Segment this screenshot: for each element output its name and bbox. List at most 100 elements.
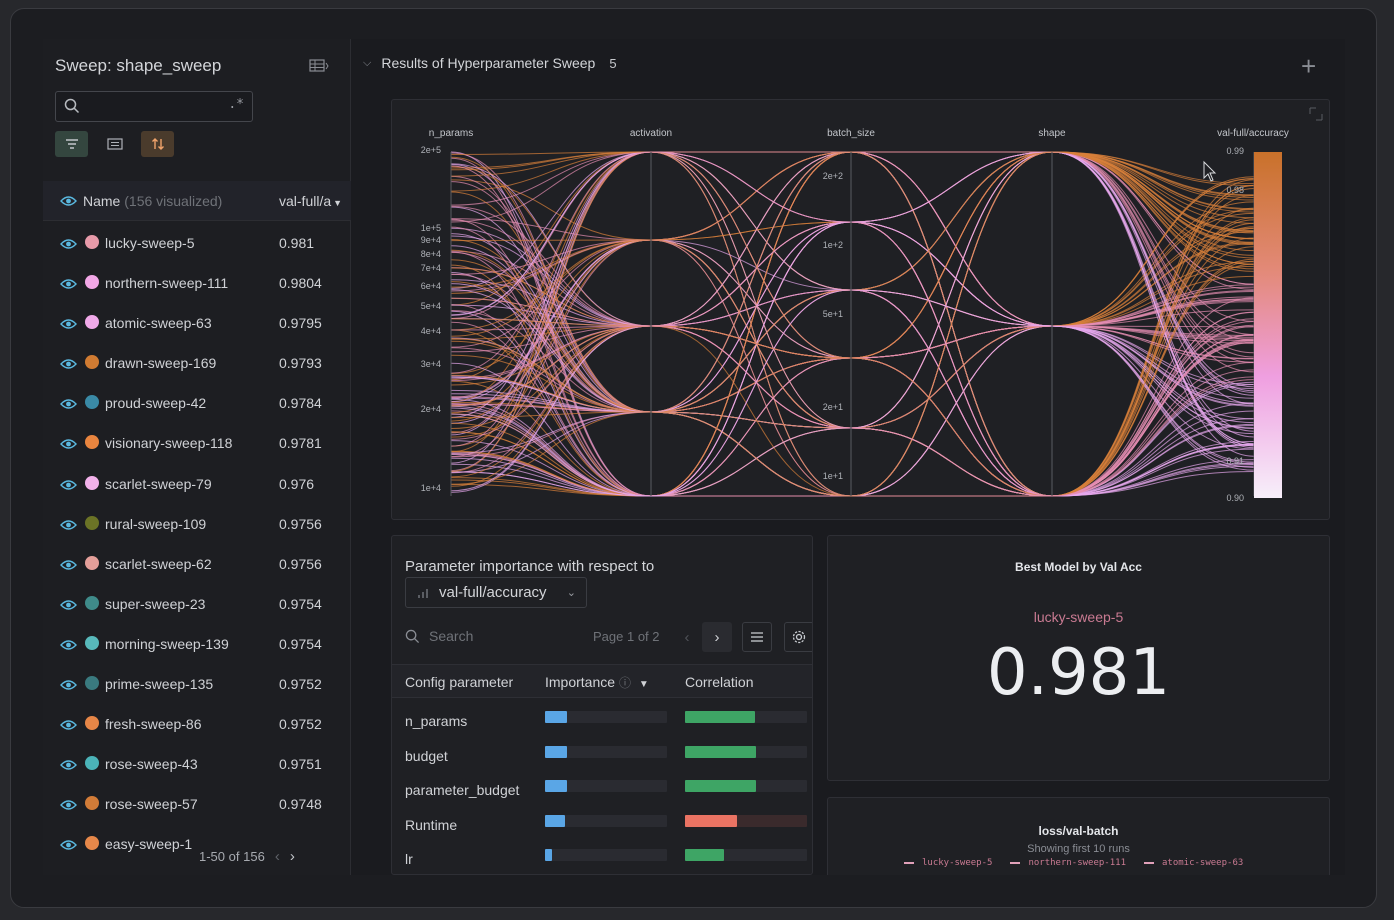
run-color-dot[interactable] xyxy=(85,756,99,771)
run-row[interactable]: visionary-sweep-118 0.9781 xyxy=(43,423,351,463)
eye-icon[interactable] xyxy=(60,798,77,816)
run-name[interactable]: proud-sweep-42 xyxy=(105,395,206,411)
eye-icon[interactable] xyxy=(60,277,77,295)
run-row[interactable]: atomic-sweep-63 0.9795 xyxy=(43,303,351,343)
regex-icon[interactable]: .* xyxy=(228,97,244,112)
table-view-icon[interactable] xyxy=(309,59,329,76)
run-row[interactable]: rural-sweep-109 0.9756 xyxy=(43,504,351,544)
eye-icon[interactable] xyxy=(60,558,77,576)
eye-icon[interactable] xyxy=(60,357,77,375)
pager-next-icon[interactable]: › xyxy=(290,848,295,865)
eye-icon[interactable] xyxy=(60,758,77,776)
eye-icon[interactable] xyxy=(60,718,77,736)
eye-icon[interactable] xyxy=(60,598,77,616)
legend-entry[interactable]: atomic-sweep-63 xyxy=(1144,858,1243,868)
eye-icon[interactable] xyxy=(60,397,77,415)
filter-button[interactable] xyxy=(55,131,88,157)
add-panel-icon[interactable]: + xyxy=(1301,51,1316,82)
next-page-button[interactable]: › xyxy=(702,622,732,652)
run-name[interactable]: rose-sweep-57 xyxy=(105,796,198,812)
run-search-input[interactable]: .* xyxy=(55,91,253,122)
run-row[interactable]: morning-sweep-139 0.9754 xyxy=(43,624,351,664)
run-row[interactable]: lucky-sweep-5 0.981 xyxy=(43,223,351,263)
eye-icon[interactable] xyxy=(60,678,77,696)
run-row[interactable]: scarlet-sweep-79 0.976 xyxy=(43,464,351,504)
config-param-header[interactable]: Config parameter xyxy=(405,674,513,690)
settings-button[interactable] xyxy=(784,622,812,652)
run-name[interactable]: prime-sweep-135 xyxy=(105,676,213,692)
run-name[interactable]: lucky-sweep-5 xyxy=(105,235,194,251)
chevron-down-icon[interactable]: ⌵ xyxy=(363,57,371,70)
eye-icon[interactable] xyxy=(60,478,77,496)
run-row[interactable]: super-sweep-23 0.9754 xyxy=(43,584,351,624)
run-color-dot[interactable] xyxy=(85,435,99,450)
importance-row[interactable]: n_params xyxy=(392,704,812,738)
run-color-dot[interactable] xyxy=(85,676,99,691)
eye-icon[interactable] xyxy=(60,437,77,455)
run-color-dot[interactable] xyxy=(85,836,99,851)
best-model-run[interactable]: lucky-sweep-5 xyxy=(828,609,1329,625)
run-color-dot[interactable] xyxy=(85,515,99,530)
eye-icon[interactable] xyxy=(60,838,77,856)
eye-icon[interactable] xyxy=(60,518,77,536)
run-name[interactable]: northern-sweep-111 xyxy=(105,275,228,291)
run-name[interactable]: visionary-sweep-118 xyxy=(105,435,232,451)
section-header[interactable]: ⌵ Results of Hyperparameter Sweep 5 xyxy=(363,55,617,71)
section-title: Results of Hyperparameter Sweep xyxy=(381,55,596,71)
run-name[interactable]: atomic-sweep-63 xyxy=(105,315,212,331)
eye-icon[interactable] xyxy=(60,638,77,656)
importance-row[interactable]: budget xyxy=(392,739,812,773)
run-color-dot[interactable] xyxy=(85,796,99,811)
run-color-dot[interactable] xyxy=(85,315,99,330)
metric-select[interactable]: val-full/accuracy ⌄ xyxy=(405,577,587,608)
eye-icon[interactable] xyxy=(60,237,77,255)
list-view-button[interactable] xyxy=(742,622,772,652)
run-name[interactable]: rose-sweep-43 xyxy=(105,756,198,772)
run-name[interactable]: super-sweep-23 xyxy=(105,596,205,612)
importance-row[interactable]: Runtime xyxy=(392,808,812,842)
prev-page-button[interactable]: ‹ xyxy=(672,622,702,652)
eye-icon[interactable] xyxy=(60,317,77,335)
run-name[interactable]: rural-sweep-109 xyxy=(105,516,206,532)
value-column-header[interactable]: val-full/a ▼ xyxy=(279,193,342,209)
run-row[interactable]: rose-sweep-43 0.9751 xyxy=(43,744,351,784)
run-color-dot[interactable] xyxy=(85,395,99,410)
run-row[interactable]: prime-sweep-135 0.9752 xyxy=(43,664,351,704)
metric-value: val-full/accuracy xyxy=(439,584,547,601)
run-name[interactable]: fresh-sweep-86 xyxy=(105,716,202,732)
pager-prev-icon[interactable]: ‹ xyxy=(275,848,280,865)
run-color-dot[interactable] xyxy=(85,635,99,650)
run-row[interactable]: scarlet-sweep-62 0.9756 xyxy=(43,544,351,584)
run-name[interactable]: morning-sweep-139 xyxy=(105,636,229,652)
run-value: 0.976 xyxy=(279,475,315,492)
importance-row[interactable]: parameter_budget xyxy=(392,773,812,807)
run-name[interactable]: easy-sweep-1 xyxy=(105,836,192,852)
run-row[interactable]: rose-sweep-57 0.9748 xyxy=(43,784,351,824)
run-row[interactable]: proud-sweep-42 0.9784 xyxy=(43,383,351,423)
importance-search-input[interactable]: Search xyxy=(405,628,473,644)
run-color-dot[interactable] xyxy=(85,275,99,290)
run-color-dot[interactable] xyxy=(85,235,99,249)
importance-header[interactable]: Importance ⓘ ▼ xyxy=(545,674,649,691)
importance-row[interactable]: lr xyxy=(392,842,812,874)
eye-icon[interactable] xyxy=(60,194,77,212)
correlation-header[interactable]: Correlation xyxy=(685,674,753,690)
run-name[interactable]: scarlet-sweep-62 xyxy=(105,556,212,572)
name-column-header[interactable]: Name (156 visualized) xyxy=(83,193,222,209)
run-color-dot[interactable] xyxy=(85,716,99,731)
runs-table-header: Name (156 visualized) val-full/a ▼ xyxy=(43,181,351,221)
sort-button[interactable] xyxy=(141,131,174,157)
run-name[interactable]: scarlet-sweep-79 xyxy=(105,476,212,492)
parallel-coordinates-chart[interactable]: n_params activation batch_size shape val-ful… xyxy=(392,100,1331,521)
run-color-dot[interactable] xyxy=(85,355,99,370)
run-name[interactable]: drawn-sweep-169 xyxy=(105,355,216,371)
run-color-dot[interactable] xyxy=(85,555,99,570)
run-row[interactable]: drawn-sweep-169 0.9793 xyxy=(43,343,351,383)
legend-entry[interactable]: northern-sweep-111 xyxy=(1010,858,1126,868)
run-row[interactable]: fresh-sweep-86 0.9752 xyxy=(43,704,351,744)
legend-entry[interactable]: lucky-sweep-5 xyxy=(904,858,992,868)
run-color-dot[interactable] xyxy=(85,475,99,490)
run-color-dot[interactable] xyxy=(85,595,99,610)
run-row[interactable]: northern-sweep-111 0.9804 xyxy=(43,263,351,303)
group-button[interactable] xyxy=(98,131,131,157)
